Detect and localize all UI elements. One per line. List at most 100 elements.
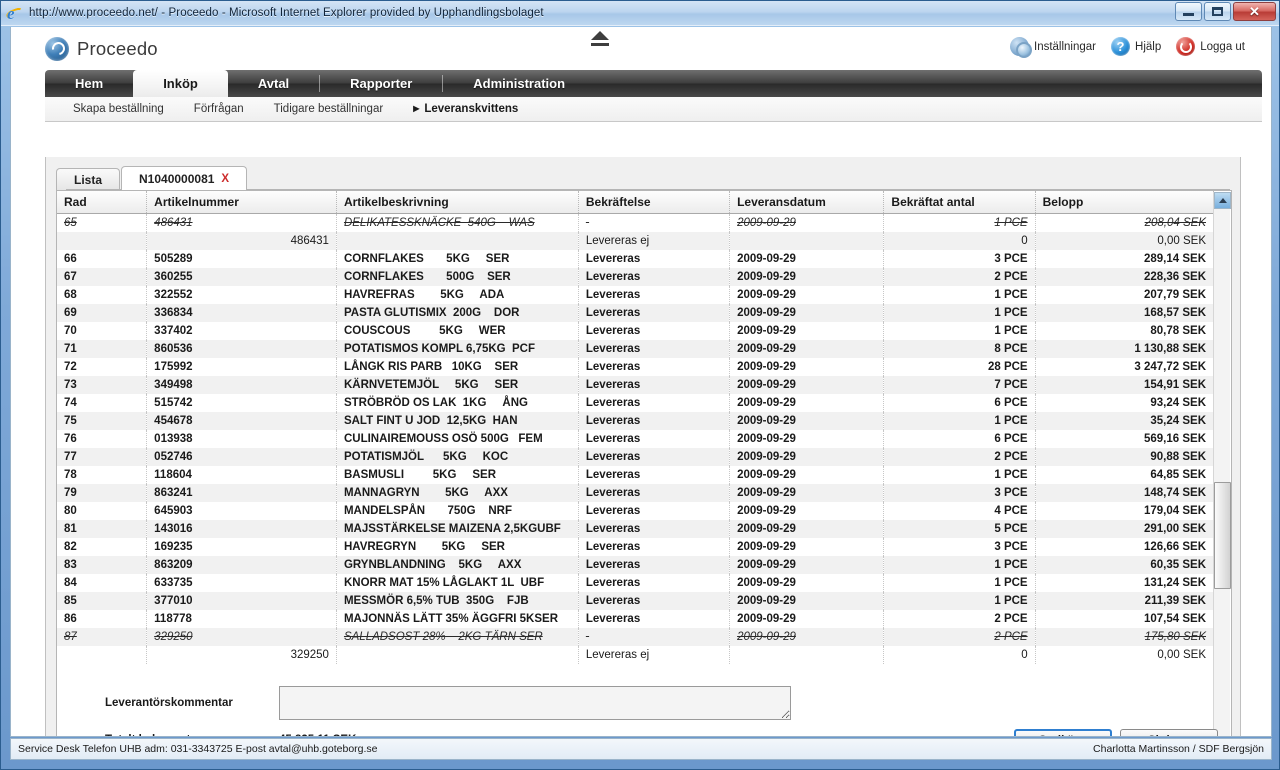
nav-tab-hem[interactable]: Hem [45,70,133,97]
cell-bekraftelse: Levereras [578,321,731,340]
settings-link[interactable]: Inställningar [1010,37,1096,58]
table-row[interactable]: 84 633735 KNORR MAT 15% LÅGLAKT 1L UBF Leve… [57,573,1215,592]
cell-artikelbeskrivning: CULINAIREMOUSS OSÖ 500G FEM [336,429,579,448]
table-row[interactable]: 65 486431 DELIKATESSKNÄCKE 540G WAS 2009-0… [57,213,1215,232]
supplier-comment-input[interactable] [279,686,791,720]
table-row[interactable]: 79 863241 MANNAGRYN 5KG AXX Levereras 2009-0… [57,483,1215,502]
table-row[interactable]: 71 860536 POTATISMOS KOMPL 6,75KG PCF Lever… [57,339,1215,358]
cell-bekraftelse [578,627,731,646]
nav-tab-administration[interactable]: Administration [443,70,595,97]
table-row[interactable]: 78 118604 BASMUSLI 5KG SER Levereras 2009-09… [57,465,1215,484]
table-row[interactable]: 86 118778 MAJONNÄS LÄTT 35% ÄGGFRI 5KSER Le… [57,609,1215,628]
proceedo-logo-icon [45,36,69,61]
col-header-rad[interactable]: Rad [57,191,148,214]
cell-rad: 72 [57,357,148,376]
cell-rad: 87 [57,627,148,646]
table-row[interactable]: 75 454678 SALT FINT U JOD 12,5KG HAN Levere… [57,411,1215,430]
collapse-icon[interactable] [591,31,609,40]
cell-belopp: 80,78 SEK [1035,321,1215,340]
lines-table: Rad Artikelnummer Artikelbeskrivning Bek… [57,191,1215,664]
vertical-scrollbar[interactable] [1213,192,1231,736]
cell-artikelnummer: 329250 [146,645,337,664]
cell-artikelbeskrivning: HAVREFRAS 5KG ADA [336,285,579,304]
close-button[interactable]: ✕ [1233,2,1276,21]
cell-leveransdatum [729,645,885,664]
cell-artikelnummer: 118604 [146,465,337,484]
subnav-tidigare-bestallningar[interactable]: Tidigare beställningar [274,103,384,115]
table-row[interactable]: 66 505289 CORNFLAKES 5KG SER Levereras 2009-… [57,249,1215,268]
table-row[interactable]: 486431 Levereras ej 0 0,00 SEK [57,231,1215,250]
settings-icon [1010,37,1032,58]
col-header-bekraftat-antal[interactable]: Bekräftat antal [883,191,1036,214]
cell-artikelbeskrivning: BASMUSLI 5KG SER [336,465,579,484]
cell-leveransdatum: 2009-09-29 [729,375,885,394]
cell-belopp: 60,35 SEK [1035,555,1215,574]
col-header-leveransdatum[interactable]: Leveransdatum [729,191,885,214]
cell-leveransdatum: 2009-09-29 [729,267,885,286]
cell-belopp: 207,79 SEK [1035,285,1215,304]
col-header-artikelbeskrivning[interactable]: Artikelbeskrivning [336,191,579,214]
subnav-forfragan[interactable]: Förfrågan [194,103,244,115]
help-link[interactable]: ? Hjälp [1111,37,1161,56]
cell-artikelnummer: 645903 [146,501,337,520]
cell-artikelnummer: 349498 [146,375,337,394]
cell-artikelnummer: 486431 [146,231,337,250]
subnav-leveranskvittens[interactable]: Leveranskvittens [413,103,518,115]
table-row[interactable]: 80 645903 MANDELSPÅN 750G NRF Levereras 2009… [57,501,1215,520]
nav-tab-inkop[interactable]: Inköp [133,70,228,97]
table-row[interactable]: 82 169235 HAVREGRYN 5KG SER Levereras 2009-0… [57,537,1215,556]
cell-rad: 81 [57,519,148,538]
minimize-button[interactable] [1175,2,1202,21]
grid-scroll-area[interactable]: Rad Artikelnummer Artikelbeskrivning Bek… [57,191,1231,736]
cell-artikelnummer: 118778 [146,609,337,628]
cell-artikelbeskrivning: POTATISMJÖL 5KG KOC [336,447,579,466]
table-row[interactable]: 81 143016 MAJSSTÄRKELSE MAIZENA 2,5KGUBF Le… [57,519,1215,538]
scroll-up-button[interactable] [1214,192,1231,209]
table-row[interactable]: 329250 Levereras ej 0 0,00 SEK [57,645,1215,664]
doc-tab-n1040000081[interactable]: N1040000081 X [121,166,248,190]
table-row[interactable]: 85 377010 MESSMÖR 6,5% TUB 350G FJB Leverer… [57,591,1215,610]
subnav-skapa-bestallning[interactable]: Skapa beställning [73,103,164,115]
print-button[interactable]: Skriv ut [1120,729,1218,736]
close-icon[interactable]: X [221,173,229,185]
cell-artikelnummer: 860536 [146,339,337,358]
cell-leveransdatum: 2009-09-29 [729,357,885,376]
logout-link[interactable]: Logga ut [1176,37,1245,56]
scrollbar-thumb[interactable] [1214,482,1231,589]
cell-bekraftelse: Levereras [578,573,731,592]
primary-nav: Hem Inköp Avtal Rapporter Administration [45,70,1262,97]
table-row[interactable]: 72 175992 LÅNGK RIS PARB 10KG SER Levereras… [57,357,1215,376]
cell-leveransdatum: 2009-09-29 [729,555,885,574]
table-row[interactable]: 70 337402 COUSCOUS 5KG WER Levereras 2009-09… [57,321,1215,340]
cell-artikelnummer: 337402 [146,321,337,340]
table-row[interactable]: 76 013938 CULINAIREMOUSS OSÖ 500G FEM Lever… [57,429,1215,448]
nav-tab-rapporter[interactable]: Rapporter [320,70,442,97]
table-row[interactable]: 87 329250 SALLADSOST 28% 2KG TÄRN SER 2009… [57,627,1215,646]
total-row: Totalt belopp utan moms 45 835,11 SEK [105,734,356,736]
cell-bekraftelse [578,213,731,232]
cell-rad: 78 [57,465,148,484]
col-header-bekraftelse[interactable]: Bekräftelse [578,191,731,214]
approve-button[interactable]: Godkänn [1014,729,1112,736]
table-row[interactable]: 77 052746 POTATISMJÖL 5KG KOC Levereras 2009… [57,447,1215,466]
table-row[interactable]: 83 863209 GRYNBLANDNING 5KG AXX Levereras 20… [57,555,1215,574]
table-row[interactable]: 73 349498 KÄRNVETEMJÖL 5KG SER Levereras 200… [57,375,1215,394]
table-row[interactable]: 69 336834 PASTA GLUTISMIX 200G DOR Leverera… [57,303,1215,322]
logout-label: Logga ut [1200,40,1245,53]
maximize-button[interactable] [1204,2,1231,21]
nav-tab-avtal[interactable]: Avtal [228,70,319,97]
cell-rad: 86 [57,609,148,628]
cell-artikelbeskrivning: KNORR MAT 15% LÅGLAKT 1L UBF [336,573,579,592]
cell-belopp: 3 247,72 SEK [1035,357,1215,376]
table-row[interactable]: 74 515742 STRÖBRÖD OS LAK 1KG ÅNG Levereras… [57,393,1215,412]
cell-rad: 69 [57,303,148,322]
cell-rad: 82 [57,537,148,556]
doc-tab-lista[interactable]: Lista [56,168,121,190]
table-row[interactable]: 68 322552 HAVREFRAS 5KG ADA Levereras 2009-0… [57,285,1215,304]
cell-bekraftelse: Levereras [578,285,731,304]
col-header-belopp[interactable]: Belopp [1035,191,1215,214]
cell-rad: 67 [57,267,148,286]
col-header-artikelnummer[interactable]: Artikelnummer [146,191,337,214]
table-row[interactable]: 67 360255 CORNFLAKES 500G SER Levereras 2009… [57,267,1215,286]
brand-logo[interactable]: Proceedo [45,36,158,61]
